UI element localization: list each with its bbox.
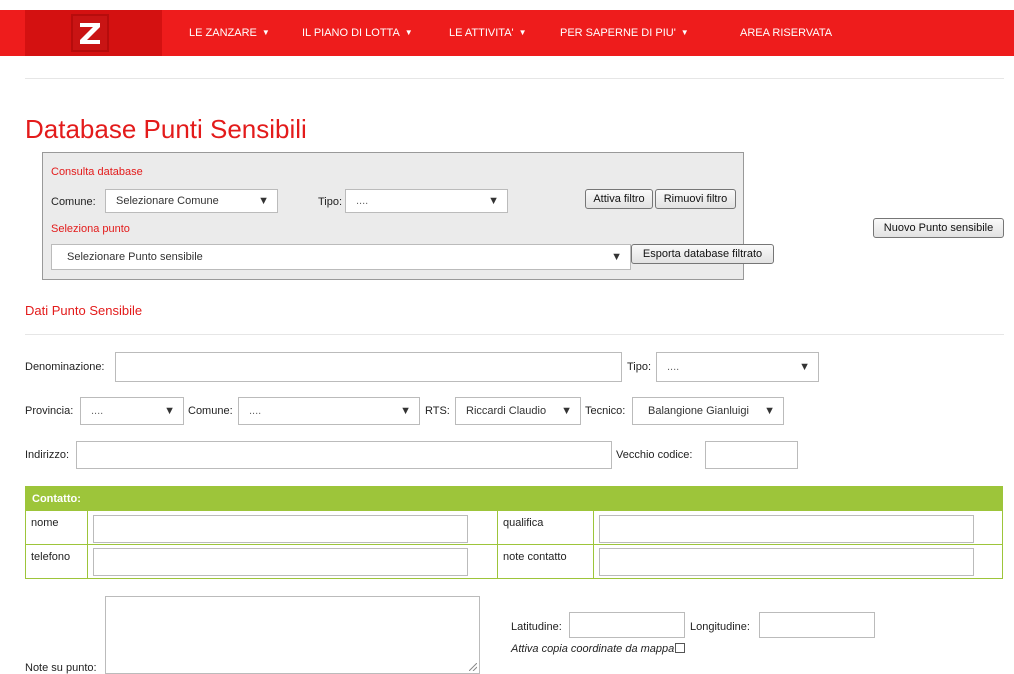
longitudine-input[interactable] <box>759 612 875 638</box>
copia-coordinate-row: Attiva copia coordinate da mappa <box>511 643 686 655</box>
chevron-down-icon: ▼ <box>164 405 175 417</box>
longitudine-label: Longitudine: <box>690 621 750 633</box>
chevron-down-icon: ▼ <box>400 405 411 417</box>
tipo-label: Tipo: <box>318 196 343 208</box>
latitudine-label: Latitudine: <box>511 621 562 633</box>
seleziona-punto-heading: Seleziona punto <box>51 223 130 235</box>
comune-label: Comune: <box>51 196 96 208</box>
caret-down-icon: ▼ <box>680 28 689 37</box>
select-value: .... <box>249 405 262 417</box>
telefono-cell <box>88 545 498 578</box>
nav-le-attivita[interactable]: LE ATTIVITA' ▼ <box>449 10 527 56</box>
comune-label: Comune: <box>188 405 233 417</box>
latitudine-input[interactable] <box>569 612 685 638</box>
select-value: .... <box>91 405 104 417</box>
note-su-punto-label: Note su punto: <box>25 662 97 674</box>
select-value: .... <box>356 195 369 207</box>
denominazione-label: Denominazione: <box>25 361 105 373</box>
indirizzo-label: Indirizzo: <box>25 449 70 461</box>
attiva-filtro-button[interactable]: Attiva filtro <box>585 189 653 209</box>
provincia-select[interactable]: .... ▼ <box>80 397 184 425</box>
nome-cell <box>88 511 498 545</box>
select-value: Riccardi Claudio <box>466 405 547 417</box>
select-value: .... <box>667 361 680 373</box>
tecnico-label: Tecnico: <box>585 405 626 417</box>
nav-piano-di-lotta[interactable]: IL PIANO DI LOTTA ▼ <box>302 10 413 56</box>
consulta-panel: Consulta database Comune: Selezionare Co… <box>42 152 774 280</box>
qualifica-input[interactable] <box>599 515 974 543</box>
nav-label: LE ZANZARE <box>189 27 257 39</box>
indirizzo-input[interactable] <box>76 441 612 469</box>
copia-coordinate-checkbox[interactable] <box>675 643 686 653</box>
nav-label: IL PIANO DI LOTTA <box>302 27 400 39</box>
nome-label: nome <box>26 511 88 545</box>
provincia-label: Provincia: <box>25 405 74 417</box>
select-value: Selezionare Punto sensibile <box>67 251 203 263</box>
logo-icon <box>71 14 109 52</box>
rts-select[interactable]: Riccardi Claudio ▼ <box>455 397 581 425</box>
logo[interactable] <box>25 10 162 56</box>
caret-down-icon: ▼ <box>518 28 527 37</box>
tipo-filter-select[interactable]: .... ▼ <box>345 189 508 213</box>
comune-filter-select[interactable]: Selezionare Comune ▼ <box>105 189 278 213</box>
qualifica-label: qualifica <box>498 511 594 545</box>
dati-section-title: Dati Punto Sensibile <box>25 303 143 318</box>
note-contatto-label: note contatto <box>498 545 594 578</box>
tecnico-select[interactable]: Balangione Gianluigi ▼ <box>632 397 784 425</box>
rts-label: RTS: <box>425 405 450 417</box>
select-value: Balangione Gianluigi <box>648 405 749 417</box>
note-contatto-cell <box>594 545 1002 578</box>
note-su-punto-textarea[interactable] <box>105 596 480 674</box>
consulta-heading: Consulta database <box>51 166 143 178</box>
tipo-select[interactable]: .... ▼ <box>656 352 819 382</box>
divider <box>25 78 1004 79</box>
chevron-down-icon: ▼ <box>799 361 810 373</box>
resize-grip-icon[interactable] <box>469 663 477 671</box>
denominazione-input[interactable] <box>115 352 622 382</box>
nav-area-riservata[interactable]: AREA RISERVATA <box>740 10 832 56</box>
esporta-database-button[interactable]: Esporta database filtrato <box>631 244 774 264</box>
chevron-down-icon: ▼ <box>611 251 622 263</box>
telefono-label: telefono <box>26 545 88 578</box>
nav-per-saperne-di-piu[interactable]: PER SAPERNE DI PIU' ▼ <box>560 10 689 56</box>
caret-down-icon: ▼ <box>261 28 270 37</box>
chevron-down-icon: ▼ <box>561 405 572 417</box>
nome-input[interactable] <box>93 515 468 543</box>
contatto-title: Contatto: <box>26 487 1002 511</box>
qualifica-cell <box>594 511 1002 545</box>
vecchio-codice-input[interactable] <box>705 441 798 469</box>
contatto-table: Contatto: nome qualifica telefono note c… <box>25 486 1003 579</box>
note-contatto-input[interactable] <box>599 548 974 576</box>
nav-label: LE ATTIVITA' <box>449 27 514 39</box>
chevron-down-icon: ▼ <box>258 195 269 207</box>
page-title: Database Punti Sensibili <box>25 114 307 144</box>
caret-down-icon: ▼ <box>404 28 413 37</box>
top-navbar: LE ZANZARE ▼ IL PIANO DI LOTTA ▼ LE ATTIVI… <box>0 10 1014 56</box>
copia-coordinate-label: Attiva copia coordinate da mappa <box>511 643 675 655</box>
nuovo-punto-button[interactable]: Nuovo Punto sensibile <box>873 218 1004 238</box>
chevron-down-icon: ▼ <box>488 195 499 207</box>
nav-le-zanzare[interactable]: LE ZANZARE ▼ <box>189 10 270 56</box>
nav-label: AREA RISERVATA <box>740 27 833 39</box>
comune-select[interactable]: .... ▼ <box>238 397 420 425</box>
punto-sensibile-select[interactable]: Selezionare Punto sensibile ▼ <box>51 244 631 270</box>
telefono-input[interactable] <box>93 548 468 576</box>
vecchio-codice-label: Vecchio codice: <box>616 449 693 461</box>
select-value: Selezionare Comune <box>116 195 219 207</box>
rimuovi-filtro-button[interactable]: Rimuovi filtro <box>655 189 736 209</box>
chevron-down-icon: ▼ <box>764 405 775 417</box>
divider <box>25 334 1004 335</box>
tipo-label: Tipo: <box>627 361 652 373</box>
nav-label: PER SAPERNE DI PIU' <box>560 27 676 39</box>
